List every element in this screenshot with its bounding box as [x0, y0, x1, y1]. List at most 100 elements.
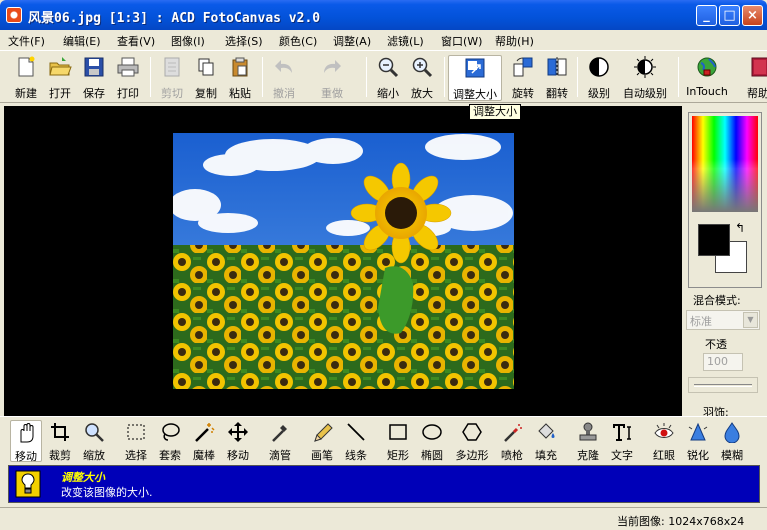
clone-tool[interactable]: 克隆: [572, 420, 604, 462]
rotate-icon: [513, 57, 533, 77]
menu-bar: 文件(F) 编辑(E) 查看(V) 图像(I) 选择(S) 颜色(C) 调整(A…: [0, 30, 767, 50]
swap-colors-icon[interactable]: ↰: [735, 221, 745, 235]
menu-adjust[interactable]: 调整(A): [333, 33, 371, 49]
scissors-icon: [164, 57, 180, 77]
open-button[interactable]: 打开: [42, 55, 78, 101]
zoom-out-button[interactable]: 缩小: [370, 55, 406, 101]
status-bar: 当前图像: 1024x768x24: [0, 507, 767, 530]
menu-edit[interactable]: 编辑(E): [63, 33, 101, 49]
color-panel: ↰ 混合模式: 标准 ▼ 不透 100 羽饰:: [683, 106, 767, 419]
clipboard-icon: [232, 57, 248, 77]
auto-levels-button[interactable]: 自动级别: [618, 55, 672, 101]
magic-wand-icon: [195, 423, 215, 442]
resize-button[interactable]: 调整大小: [448, 55, 502, 101]
airbrush-icon: [504, 424, 522, 442]
menu-file[interactable]: 文件(F): [8, 33, 45, 49]
menu-image[interactable]: 图像(I): [171, 33, 205, 49]
print-button[interactable]: 打印: [110, 55, 146, 101]
copy-button[interactable]: 复制: [188, 55, 224, 101]
ellipse-icon: [422, 424, 442, 440]
menu-view[interactable]: 查看(V): [117, 33, 155, 49]
color-picker: ↰: [688, 112, 762, 288]
hand-icon: [20, 423, 34, 443]
eyedropper-tool[interactable]: 滴管: [264, 420, 296, 462]
menu-select[interactable]: 选择(S): [225, 33, 263, 49]
rectangle-icon: [389, 424, 407, 440]
water-drop-icon: [724, 422, 740, 443]
redeye-tool[interactable]: 红眼: [648, 420, 680, 462]
blend-mode-select[interactable]: 标准 ▼: [686, 310, 760, 330]
help-button[interactable]: 帮助: [740, 55, 767, 101]
sharpen-tool[interactable]: 锐化: [682, 420, 714, 462]
zoom-tool[interactable]: 缩放: [78, 420, 110, 462]
marquee-icon: [127, 424, 145, 440]
zoom-out-icon: [378, 57, 399, 78]
hand-move-tool[interactable]: 移动: [10, 420, 42, 463]
brush-tool[interactable]: 画笔: [306, 420, 338, 462]
crop-icon: [51, 423, 69, 441]
toolbar-separator: [262, 57, 263, 97]
color-spectrum[interactable]: [692, 116, 758, 212]
flip-button[interactable]: 翻转: [539, 55, 575, 101]
toolbar-separator: [678, 57, 679, 97]
blur-tool[interactable]: 模糊: [716, 420, 748, 462]
stamp-icon: [579, 422, 597, 441]
window-title: 风景06.jpg [1:3] : ACD FotoCanvas v2.0: [28, 11, 321, 26]
select-tool[interactable]: 选择: [120, 420, 152, 462]
undo-icon: [275, 60, 292, 73]
new-button[interactable]: 新建: [8, 55, 44, 101]
fill-tool[interactable]: 填充: [530, 420, 562, 462]
line-icon: [347, 423, 365, 441]
intouch-button[interactable]: InTouch: [684, 55, 730, 101]
levels-icon: [589, 57, 609, 77]
toolbar-separator: [577, 57, 578, 97]
menu-help[interactable]: 帮助(H): [495, 33, 534, 49]
polygon-icon: [462, 423, 482, 441]
rotate-button[interactable]: 旋转: [505, 55, 541, 101]
paste-button[interactable]: 粘贴: [222, 55, 258, 101]
hint-icon: [15, 470, 41, 498]
resize-icon: [465, 58, 485, 78]
magic-wand-tool[interactable]: 魔棒: [188, 420, 220, 462]
zoom-in-button[interactable]: 放大: [404, 55, 440, 101]
toolbar-separator: [366, 57, 367, 97]
printer-icon: [117, 57, 139, 77]
levels-button[interactable]: 级别: [581, 55, 617, 101]
text-icon: [613, 424, 631, 441]
menu-color[interactable]: 颜色(C): [279, 33, 317, 49]
minimize-button[interactable]: _: [696, 5, 717, 26]
auto-levels-icon: [634, 56, 656, 78]
image-canvas[interactable]: [4, 106, 682, 416]
foreground-color-swatch[interactable]: [698, 224, 730, 256]
blend-mode-label: 混合模式:: [693, 294, 741, 307]
hint-bar: 调整大小 改变该图像的大小.: [8, 465, 760, 503]
lasso-icon: [162, 423, 180, 441]
menu-filter[interactable]: 滤镜(L): [387, 33, 424, 49]
polygon-tool[interactable]: 多边形: [452, 420, 492, 462]
ellipse-tool[interactable]: 椭圆: [416, 420, 448, 462]
floppy-disk-icon: [84, 57, 104, 77]
hint-description: 改变该图像的大小.: [61, 486, 153, 499]
current-image-info: 当前图像: 1024x768x24: [617, 515, 745, 528]
rectangle-tool[interactable]: 矩形: [382, 420, 414, 462]
text-tool[interactable]: 文字: [606, 420, 638, 462]
redo-button[interactable]: 重做: [314, 55, 350, 101]
maximize-button[interactable]: □: [719, 5, 740, 26]
main-toolbar: 新建 打开 保存 打印 剪切 复制 粘贴 撤消 重做 缩小 放大 调整大小 旋转…: [0, 50, 767, 103]
close-button[interactable]: ×: [742, 5, 763, 26]
menu-window[interactable]: 窗口(W): [441, 33, 482, 49]
crop-tool[interactable]: 裁剪: [44, 420, 76, 462]
undo-button[interactable]: 撤消: [266, 55, 302, 101]
line-tool[interactable]: 线条: [340, 420, 372, 462]
airbrush-tool[interactable]: 喷枪: [496, 420, 528, 462]
opacity-slider[interactable]: [688, 377, 758, 393]
app-icon[interactable]: [6, 7, 22, 23]
move-tool[interactable]: 移动: [222, 420, 254, 462]
save-button[interactable]: 保存: [76, 55, 112, 101]
copy-icon: [198, 58, 214, 76]
new-file-icon: [18, 56, 35, 77]
redo-icon: [324, 60, 341, 73]
lasso-tool[interactable]: 套索: [154, 420, 186, 462]
opacity-input[interactable]: 100: [703, 353, 743, 371]
cut-button[interactable]: 剪切: [154, 55, 190, 101]
